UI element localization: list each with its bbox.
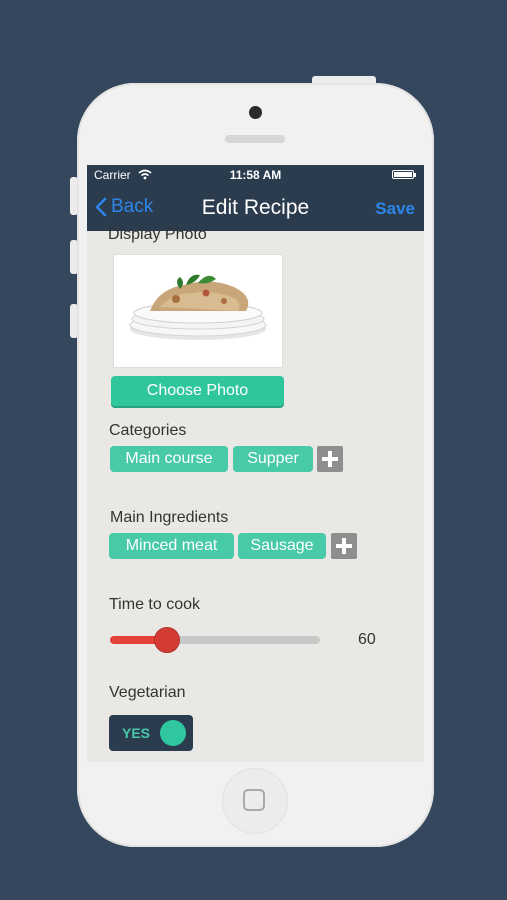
- toggle-knob: [160, 720, 186, 746]
- page-title: Edit Recipe: [201, 196, 310, 219]
- slider-thumb[interactable]: [154, 627, 180, 653]
- vegetarian-label: Vegetarian: [109, 684, 186, 701]
- cook-time-slider[interactable]: [110, 627, 320, 653]
- cook-time-value: 60: [358, 631, 376, 648]
- navigation-bar: Back Edit Recipe Save: [87, 185, 424, 231]
- time-to-cook-label: Time to cook: [109, 596, 200, 613]
- front-camera: [249, 106, 262, 119]
- add-ingredient-button[interactable]: [331, 533, 357, 559]
- battery-tip: [414, 173, 416, 177]
- toggle-state-label: YES: [122, 725, 151, 741]
- recipe-photo: [114, 255, 282, 367]
- add-category-button[interactable]: [317, 446, 343, 472]
- earpiece-speaker: [225, 135, 285, 143]
- home-button-icon: [243, 789, 265, 811]
- recipe-form: Display Photo Choose Photo Categories Ma…: [87, 226, 424, 762]
- save-button[interactable]: Save: [375, 199, 415, 219]
- category-tag-main-course[interactable]: Main course: [110, 446, 228, 472]
- status-bar: Carrier 11:58 AM: [87, 165, 424, 185]
- display-photo-label: Display Photo: [108, 226, 207, 243]
- battery-icon: [392, 170, 414, 179]
- status-time: 11:58 AM: [229, 168, 282, 182]
- ingredient-tag-minced-meat[interactable]: Minced meat: [109, 533, 234, 559]
- app-screen: Carrier 11:58 AM Back Edit Recipe Save D…: [87, 165, 424, 762]
- ingredient-tag-sausage[interactable]: Sausage: [238, 533, 326, 559]
- main-ingredients-label: Main Ingredients: [110, 509, 229, 526]
- vegetarian-toggle[interactable]: YES: [109, 715, 193, 751]
- categories-label: Categories: [109, 422, 187, 439]
- choose-photo-button[interactable]: Choose Photo: [111, 376, 284, 406]
- home-button[interactable]: [222, 768, 288, 834]
- category-tag-supper[interactable]: Supper: [233, 446, 313, 472]
